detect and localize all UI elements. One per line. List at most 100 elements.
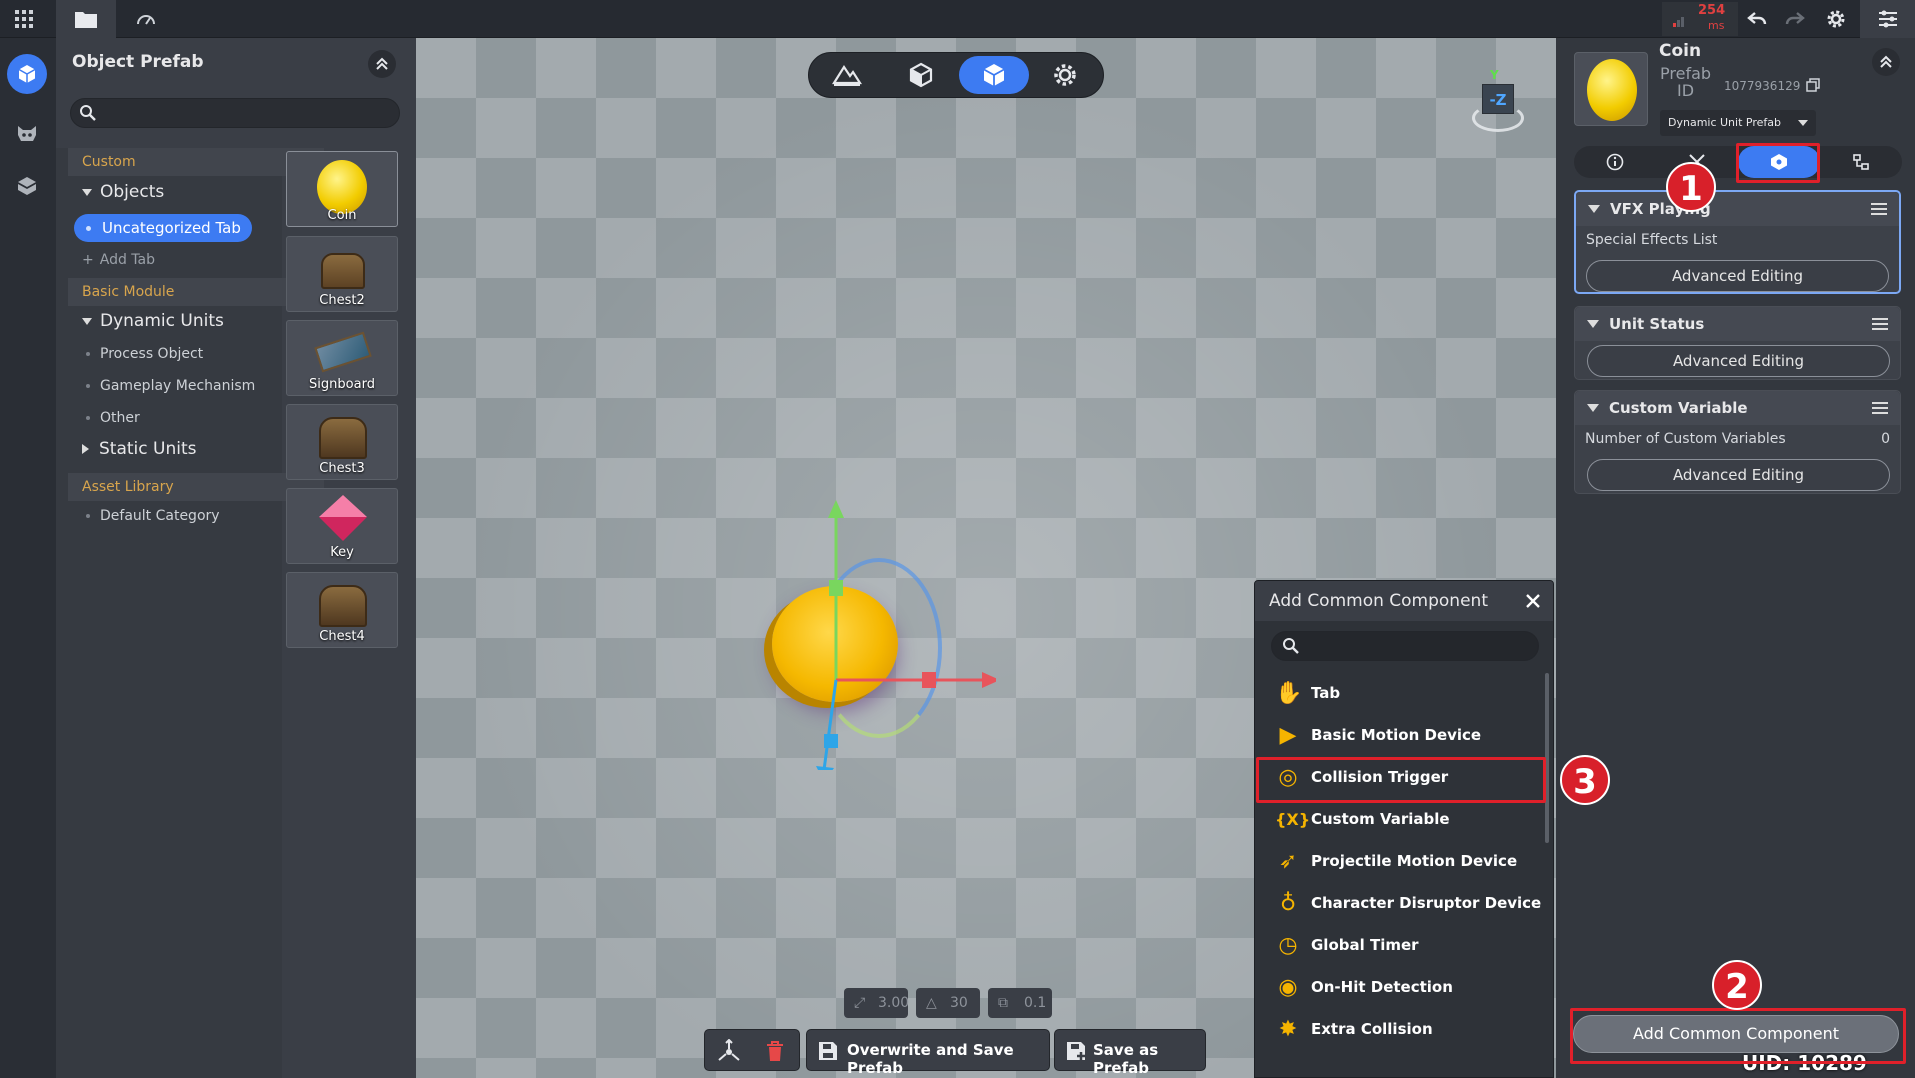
chest-image — [321, 253, 365, 289]
custom-variable-card-header[interactable]: Custom Variable — [1575, 391, 1900, 425]
menu-icon[interactable] — [1871, 203, 1887, 215]
custom-variable-advanced-editing-button[interactable]: Advanced Editing — [1587, 459, 1890, 491]
vfx-card-header[interactable]: VFX Playing — [1576, 192, 1899, 226]
component-item-projectile-motion-device[interactable]: ➶ Projectile Motion Device — [1263, 841, 1549, 881]
terrain-mode-button[interactable] — [817, 56, 877, 94]
component-item-character-disruptor-device[interactable]: ♁ Character Disruptor Device — [1263, 883, 1549, 923]
creature-icon — [18, 126, 36, 141]
menu-icon[interactable] — [1872, 318, 1888, 330]
search-icon — [80, 105, 96, 121]
custom-variable-card: Custom Variable Number of Custom Variabl… — [1574, 390, 1901, 494]
thumb-label: Signboard — [309, 377, 375, 392]
settings-mode-button[interactable] — [1035, 56, 1095, 94]
uncategorized-tab-label: Uncategorized Tab — [102, 219, 241, 237]
undo-button[interactable] — [1742, 6, 1772, 32]
hit-icon: ◉ — [1278, 975, 1298, 1000]
step-stat[interactable]: ⧉ 0.1 — [988, 988, 1052, 1018]
vfx-advanced-editing-button[interactable]: Advanced Editing — [1586, 260, 1889, 292]
close-button[interactable] — [1519, 587, 1547, 615]
delete-button[interactable] — [755, 1034, 795, 1068]
rail-creature-button[interactable] — [7, 114, 47, 154]
tree-dynamic-units[interactable]: Dynamic Units — [82, 311, 224, 331]
tree-process-object[interactable]: Process Object — [86, 346, 203, 362]
pivot-button[interactable] — [709, 1034, 749, 1068]
collapse-button[interactable] — [1872, 48, 1900, 76]
folder-tab[interactable] — [56, 0, 116, 38]
component-item-extra-collision[interactable]: ✸ Extra Collision — [1263, 1009, 1549, 1049]
prefab-search-input[interactable] — [70, 98, 400, 128]
panel-settings-button[interactable] — [1860, 0, 1915, 38]
folder-icon — [75, 12, 97, 28]
tab-hierarchy[interactable] — [1820, 146, 1902, 178]
tree-default-category[interactable]: Default Category — [86, 508, 220, 524]
orbit-ring — [1472, 104, 1524, 132]
prefab-id-label-line1: Prefab — [1660, 64, 1712, 83]
tab-info[interactable] — [1574, 146, 1656, 178]
bullet-icon — [86, 514, 90, 518]
copy-id-button[interactable] — [1804, 76, 1822, 94]
undo-icon — [1747, 12, 1767, 25]
prefab-type-select[interactable]: Dynamic Unit Prefab — [1660, 110, 1816, 136]
component-item-custom-variable[interactable]: {X} Custom Variable — [1263, 799, 1549, 839]
annotation-badge-1: 1 — [1666, 162, 1716, 212]
cube-icon — [18, 65, 36, 83]
tree-gameplay-mechanism[interactable]: Gameplay Mechanism — [86, 378, 255, 394]
redo-button[interactable] — [1780, 6, 1810, 32]
step-icon: ⧉ — [998, 995, 1008, 1011]
chevrons-up-icon — [376, 57, 388, 70]
rail-box-button[interactable] — [7, 166, 47, 206]
tree-objects-label: Objects — [100, 182, 165, 202]
apps-grid-icon[interactable] — [12, 8, 36, 30]
trash-icon — [767, 1041, 783, 1061]
caret-down-icon — [82, 317, 92, 325]
transform-gizmo[interactable] — [756, 470, 996, 770]
prefab-thumb-chest2[interactable]: Chest2 — [286, 236, 398, 312]
collapse-button[interactable] — [368, 50, 396, 78]
prefab-thumb-chest4[interactable]: Chest4 — [286, 572, 398, 648]
unit-status-advanced-editing-button[interactable]: Advanced Editing — [1587, 345, 1890, 377]
bullet-icon — [86, 416, 90, 420]
other-label: Other — [100, 410, 140, 426]
tree-static-units[interactable]: Static Units — [82, 439, 196, 459]
component-item-global-timer[interactable]: ◷ Global Timer — [1263, 925, 1549, 965]
component-item-tab[interactable]: ✋ Tab — [1263, 673, 1549, 713]
menu-icon[interactable] — [1872, 402, 1888, 414]
overwrite-save-prefab-button[interactable]: Overwrite and Save Prefab — [806, 1029, 1050, 1077]
tree-other[interactable]: Other — [86, 410, 140, 426]
angle-stat[interactable]: △ 30 — [916, 988, 980, 1018]
add-tab-button[interactable]: + Add Tab — [82, 252, 155, 268]
component-item-on-hit-detection[interactable]: ◉ On-Hit Detection — [1263, 967, 1549, 1007]
signal-icon — [1673, 17, 1684, 27]
vfx-list-label: Special Effects List — [1586, 232, 1718, 248]
scale-value: 3.00 — [878, 995, 910, 1011]
latency-unit: ms — [1708, 19, 1725, 32]
default-category-label: Default Category — [100, 508, 220, 524]
custom-variable-title: Custom Variable — [1609, 399, 1748, 417]
prefab-mode-button[interactable] — [959, 56, 1029, 94]
prefab-thumb-key[interactable]: Key — [286, 488, 398, 564]
tree-uncategorized-tab[interactable]: Uncategorized Tab — [74, 214, 252, 242]
save-as-prefab-button[interactable]: Save as Prefab — [1054, 1029, 1206, 1077]
unit-status-card-header[interactable]: Unit Status — [1575, 307, 1900, 341]
box-icon — [18, 177, 36, 195]
angle-value: 30 — [950, 995, 968, 1011]
cube-outline-icon — [909, 62, 933, 88]
tree-static-units-label: Static Units — [99, 439, 197, 459]
axis-gizmo[interactable]: Y -Z — [1468, 68, 1528, 138]
prefab-thumb-signboard[interactable]: Signboard — [286, 320, 398, 396]
prefab-id-label: Prefab ID — [1660, 65, 1711, 99]
pivot-icon — [718, 1039, 740, 1061]
thumb-label: Key — [330, 545, 354, 560]
gauge-tab[interactable] — [126, 0, 166, 38]
rail-prefab-button[interactable] — [7, 54, 47, 94]
settings-button[interactable] — [1820, 5, 1852, 33]
gear-icon — [1054, 64, 1076, 86]
chest-image — [319, 417, 367, 459]
tree-objects[interactable]: Objects — [82, 182, 164, 202]
prefab-thumb-coin[interactable]: Coin — [286, 151, 398, 227]
object-mode-button[interactable] — [891, 56, 951, 94]
component-search-input[interactable] — [1271, 631, 1539, 661]
prefab-thumb-chest3[interactable]: Chest3 — [286, 404, 398, 480]
component-item-basic-motion-device[interactable]: ▶ Basic Motion Device — [1263, 715, 1549, 755]
scale-stat[interactable]: ⤢ 3.00 — [844, 988, 910, 1018]
